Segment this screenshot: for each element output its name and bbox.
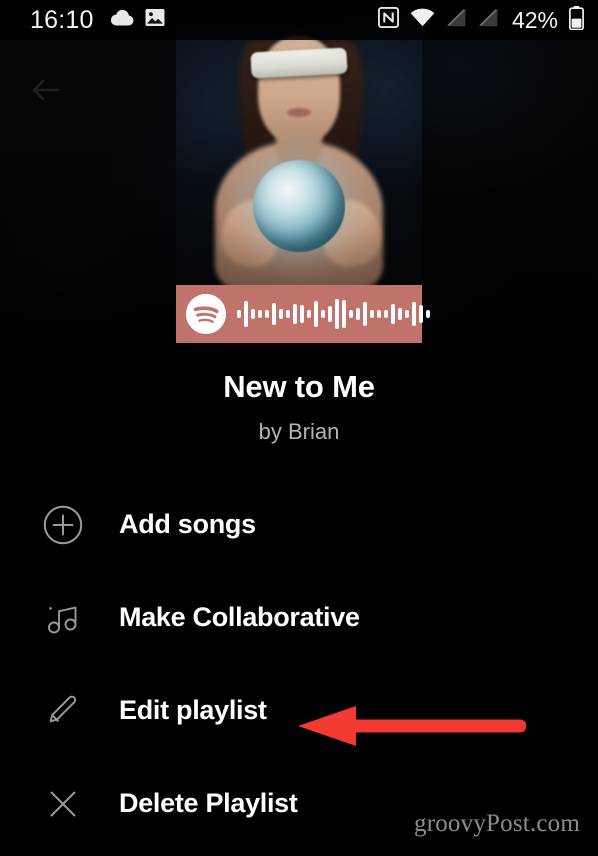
phone-screen: 16:10 42% New to Me by Brian Add songs M… bbox=[0, 0, 598, 856]
spotify-code-bar bbox=[251, 309, 255, 319]
status-bar: 16:10 42% bbox=[0, 0, 598, 40]
spotify-code-bar bbox=[419, 305, 423, 323]
spotify-code-bar bbox=[237, 310, 241, 318]
wifi-icon bbox=[410, 8, 435, 32]
spotify-code-bar bbox=[307, 310, 311, 318]
spotify-code-bar bbox=[370, 310, 374, 318]
spotify-code-bar bbox=[300, 305, 304, 323]
menu-item-label: Add songs bbox=[119, 509, 256, 539]
menu-item-label: Make Collaborative bbox=[119, 602, 360, 632]
playlist-owner: by Brian bbox=[258, 419, 340, 444]
spotify-code-bar bbox=[265, 310, 269, 318]
playlist-options-menu: Add songs Make Collaborative Edit playli… bbox=[0, 478, 598, 850]
status-bar-system-icons: 42% bbox=[377, 5, 584, 35]
spotify-code-bar bbox=[363, 302, 367, 326]
spotify-code-bar bbox=[426, 310, 430, 318]
pencil-icon bbox=[35, 691, 91, 731]
cover-vignette bbox=[176, 22, 422, 286]
watermark: groovyPost.com bbox=[414, 810, 580, 837]
annotation-arrow bbox=[296, 703, 527, 754]
spotify-code-bar bbox=[321, 310, 325, 318]
spotify-code-bar bbox=[272, 303, 276, 325]
spotify-code-bar bbox=[391, 304, 395, 324]
spotify-code-bar bbox=[384, 310, 388, 318]
menu-item-label: Edit playlist bbox=[119, 695, 267, 725]
spotify-code-bar bbox=[286, 310, 290, 318]
music-notes-icon bbox=[35, 598, 91, 638]
cloud-icon bbox=[110, 9, 134, 31]
spotify-code-bar bbox=[412, 302, 416, 326]
playlist-title: New to Me bbox=[223, 369, 375, 404]
spotify-code-bar bbox=[356, 308, 360, 320]
cover-art-image bbox=[176, 22, 422, 286]
spotify-code[interactable] bbox=[176, 285, 430, 343]
status-bar-clock: 16:10 bbox=[30, 5, 94, 34]
spotify-logo-icon bbox=[186, 294, 226, 334]
spotify-code-bar bbox=[314, 301, 318, 327]
battery-percent-label: 42% bbox=[511, 6, 558, 33]
battery-icon bbox=[569, 5, 584, 35]
status-bar-notification-icons bbox=[110, 8, 165, 32]
image-icon bbox=[145, 8, 165, 32]
spotify-code-bar bbox=[398, 308, 402, 320]
signal-sim1-off-icon bbox=[446, 8, 467, 32]
spotify-code-bar bbox=[258, 310, 262, 318]
spotify-code-bar bbox=[335, 299, 339, 329]
spotify-code-bars bbox=[237, 294, 430, 334]
spotify-code-bar bbox=[377, 310, 381, 318]
playlist-cover-art[interactable] bbox=[176, 22, 422, 286]
spotify-code-bar bbox=[279, 309, 283, 319]
spotify-code-bar bbox=[293, 304, 297, 324]
spotify-code-bar bbox=[405, 310, 409, 318]
close-x-icon bbox=[35, 784, 91, 824]
spotify-code-bar bbox=[349, 310, 353, 318]
menu-item-add-songs[interactable]: Add songs bbox=[0, 478, 598, 571]
spotify-code-bar bbox=[342, 300, 346, 328]
spotify-code-bar bbox=[328, 306, 332, 322]
back-arrow-icon bbox=[32, 79, 60, 101]
nfc-icon bbox=[377, 6, 400, 33]
menu-item-label: Delete Playlist bbox=[119, 788, 298, 818]
spotify-code-bar bbox=[244, 301, 248, 327]
menu-item-make-collaborative[interactable]: Make Collaborative bbox=[0, 571, 598, 664]
signal-sim2-off-icon bbox=[478, 8, 499, 32]
plus-circle-icon bbox=[35, 505, 91, 545]
back-button[interactable] bbox=[24, 68, 72, 112]
